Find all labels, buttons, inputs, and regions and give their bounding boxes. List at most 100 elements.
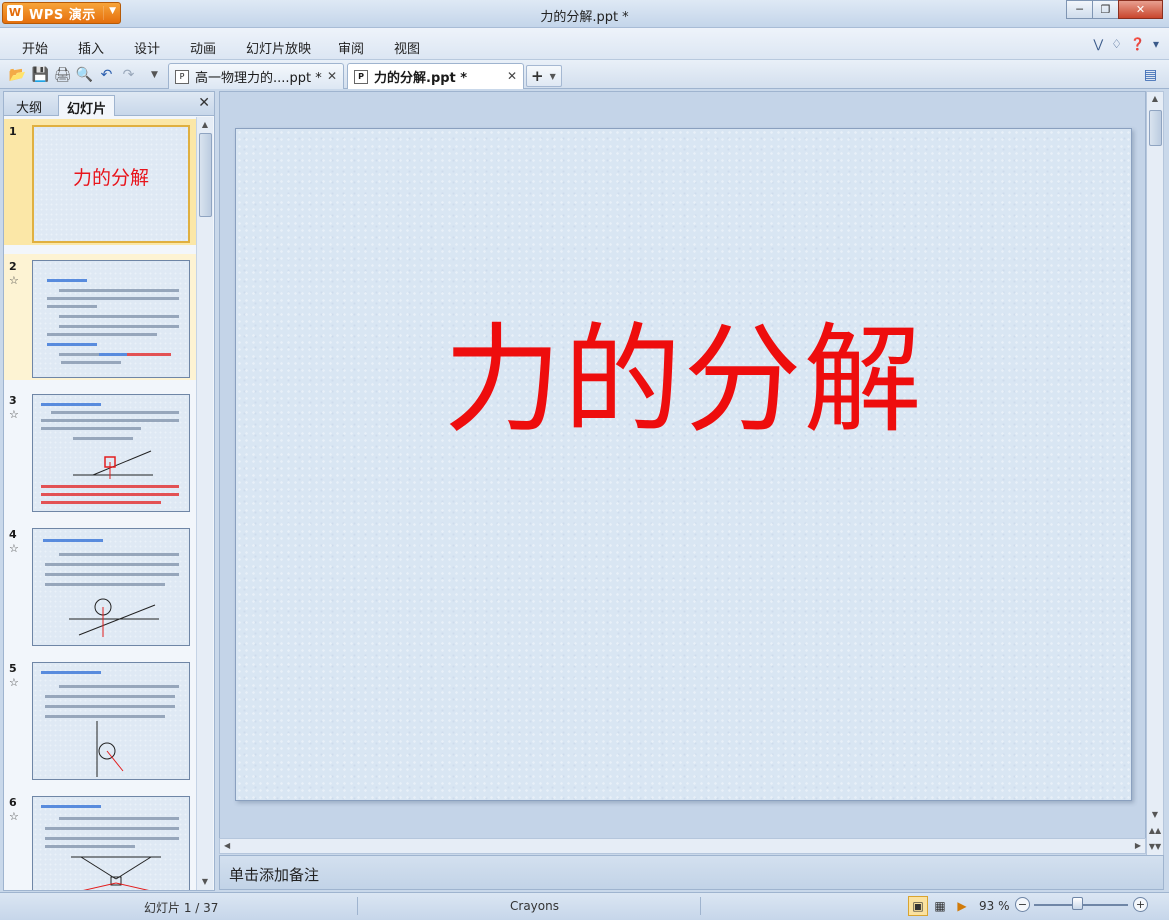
- slide-number: 1: [9, 125, 17, 138]
- menu-animation[interactable]: 动画: [190, 38, 216, 57]
- skin-icon[interactable]: ♢: [1111, 37, 1122, 51]
- slide-preview: 力的分解: [32, 125, 190, 243]
- zoom-slider-thumb[interactable]: [1072, 897, 1083, 910]
- doc-tab-physics[interactable]: P 高一物理力的....ppt * ✕: [168, 63, 344, 89]
- menu-design[interactable]: 设计: [134, 38, 160, 57]
- zoom-out-button[interactable]: −: [1015, 897, 1030, 912]
- slide-editor: 力的分解: [219, 91, 1146, 840]
- menu-view[interactable]: 视图: [394, 38, 420, 57]
- scroll-left-icon[interactable]: ◀: [224, 841, 230, 850]
- slide-thumbnail[interactable]: 5 ☆: [4, 656, 196, 782]
- slide-preview-title: 力的分解: [72, 167, 149, 189]
- folder-open-icon[interactable]: 📂: [9, 66, 26, 83]
- ppt-file-icon: P: [354, 69, 368, 84]
- pane-tabs: 大纲 幻灯片 ✕: [4, 92, 214, 117]
- slide-number: 6: [9, 796, 17, 809]
- incline-diagram: [73, 450, 153, 479]
- help-dropdown-icon[interactable]: ▾: [1153, 37, 1159, 51]
- scroll-right-icon[interactable]: ▶: [1135, 841, 1141, 850]
- animation-star-icon: ☆: [9, 810, 19, 823]
- scroll-down-icon[interactable]: ▼: [1147, 810, 1163, 819]
- scroll-thumb[interactable]: [1149, 110, 1162, 146]
- slide-thumbnail[interactable]: 2 ☆: [4, 254, 196, 380]
- slide-thumbnail[interactable]: 1 力的分解: [4, 119, 196, 245]
- window-controls: ─ ❐ ✕: [1066, 0, 1163, 19]
- save-icon[interactable]: 💾: [32, 66, 49, 83]
- minimize-button[interactable]: ─: [1066, 0, 1093, 19]
- scroll-up-icon[interactable]: ▲: [197, 117, 213, 133]
- doc-tab-label: 力的分解.ppt *: [374, 71, 468, 86]
- previous-slide-icon[interactable]: ▲▲: [1147, 826, 1163, 835]
- undo-icon[interactable]: ↶: [98, 66, 115, 83]
- slide-number: 3: [9, 394, 17, 407]
- slide-number: 4: [9, 528, 17, 541]
- tab-slides[interactable]: 幻灯片: [58, 95, 116, 117]
- redo-icon[interactable]: ↷: [120, 66, 137, 83]
- incline-ball-diagram: [69, 598, 159, 637]
- quick-access-toolbar: 📂 💾 🖨 🔍 ↶ ↷ ▼ P 高一物理力的....ppt * ✕ P 力的分解…: [0, 60, 1169, 89]
- slide-indicator: 幻灯片 1 / 37: [144, 901, 219, 915]
- slide-preview: [32, 796, 190, 890]
- next-slide-icon[interactable]: ▼▼: [1147, 842, 1163, 851]
- tab-list-icon[interactable]: ▤: [1142, 66, 1159, 83]
- chevron-down-icon: ▼: [549, 71, 556, 81]
- thumbnails-scrollbar[interactable]: ▲ ▼: [196, 117, 213, 890]
- slide-preview: [32, 260, 190, 378]
- ppt-file-icon: P: [175, 69, 189, 84]
- zoom-level: 93 %: [979, 899, 1010, 913]
- close-pane-icon[interactable]: ✕: [198, 95, 210, 111]
- help-icon[interactable]: ❓: [1130, 37, 1145, 51]
- window-title: 力的分解.ppt *: [540, 10, 629, 25]
- editor-horizontal-scrollbar[interactable]: ◀ ▶: [219, 838, 1146, 854]
- wall-ball-diagram: [96, 721, 124, 777]
- restore-button[interactable]: ❐: [1092, 0, 1119, 19]
- slide-title[interactable]: 力的分解: [236, 321, 1131, 439]
- tab-outline[interactable]: 大纲: [8, 95, 50, 116]
- ribbon-right-controls: ⋁ ♢ ❓ ▾: [1093, 37, 1159, 51]
- doc-tab-label: 高一物理力的....ppt *: [195, 71, 322, 86]
- notes-placeholder[interactable]: 单击添加备注: [229, 864, 319, 885]
- menu-home[interactable]: 开始: [22, 38, 48, 57]
- menu-insert[interactable]: 插入: [78, 38, 104, 57]
- ribbon-menu-bar: 开始 插入 设计 动画 幻灯片放映 审阅 视图 ⋁ ♢ ❓ ▾: [0, 28, 1169, 60]
- menu-review[interactable]: 审阅: [338, 38, 364, 57]
- scroll-down-icon[interactable]: ▼: [197, 874, 213, 890]
- plus-icon: +: [531, 67, 544, 85]
- customize-toolbar-icon[interactable]: ▼: [146, 66, 163, 83]
- slide-number: 2: [9, 260, 17, 273]
- slide-thumbnail[interactable]: 3 ☆: [4, 388, 196, 514]
- doc-tab-force-decomposition[interactable]: P 力的分解.ppt * ✕: [347, 63, 524, 89]
- slide-preview: [32, 662, 190, 780]
- scroll-up-icon[interactable]: ▲: [1147, 94, 1163, 103]
- close-window-button[interactable]: ✕: [1118, 0, 1163, 19]
- zoom-in-button[interactable]: +: [1133, 897, 1148, 912]
- slide-thumbnail[interactable]: 6 ☆: [4, 790, 196, 890]
- theme-name: Crayons: [510, 899, 559, 913]
- animation-star-icon: ☆: [9, 274, 19, 287]
- status-bar: 幻灯片 1 / 37 Crayons ▣ ▦ ▶ 93 % − +: [0, 892, 1169, 920]
- print-preview-icon[interactable]: 🔍: [76, 66, 93, 83]
- close-tab-icon[interactable]: ✕: [327, 69, 337, 83]
- notes-pane[interactable]: 单击添加备注: [219, 855, 1164, 890]
- animation-star-icon: ☆: [9, 408, 19, 421]
- menu-slideshow[interactable]: 幻灯片放映: [246, 38, 311, 57]
- new-tab-button[interactable]: + ▼: [526, 65, 562, 87]
- current-slide[interactable]: 力的分解: [235, 128, 1132, 801]
- animation-star-icon: ☆: [9, 676, 19, 689]
- close-tab-icon[interactable]: ✕: [507, 69, 517, 83]
- print-icon[interactable]: 🖨: [54, 66, 72, 83]
- slide-preview: [32, 528, 190, 646]
- title-bar: W WPS 演示 ▼ 力的分解.ppt * ─ ❐ ✕: [0, 0, 1169, 28]
- slide-thumbnail[interactable]: 4 ☆: [4, 522, 196, 648]
- normal-view-button[interactable]: ▣: [908, 896, 928, 916]
- slide-sorter-view-button[interactable]: ▦: [930, 896, 950, 916]
- slides-pane: 大纲 幻灯片 ✕ 1 力的分解 2 ☆ 3 ☆ 4 ☆ 5 ☆ 6 ☆ ▲ ▼: [3, 91, 215, 891]
- animation-star-icon: ☆: [9, 542, 19, 555]
- truss-diagram: [71, 856, 161, 890]
- slide-number: 5: [9, 662, 17, 675]
- scroll-thumb[interactable]: [199, 133, 212, 217]
- slide-preview: [32, 394, 190, 512]
- slideshow-button[interactable]: ▶: [952, 896, 972, 916]
- collapse-ribbon-icon[interactable]: ⋁: [1093, 37, 1103, 51]
- editor-vertical-scrollbar[interactable]: ▲ ▼ ▲▲ ▼▼: [1146, 91, 1164, 856]
